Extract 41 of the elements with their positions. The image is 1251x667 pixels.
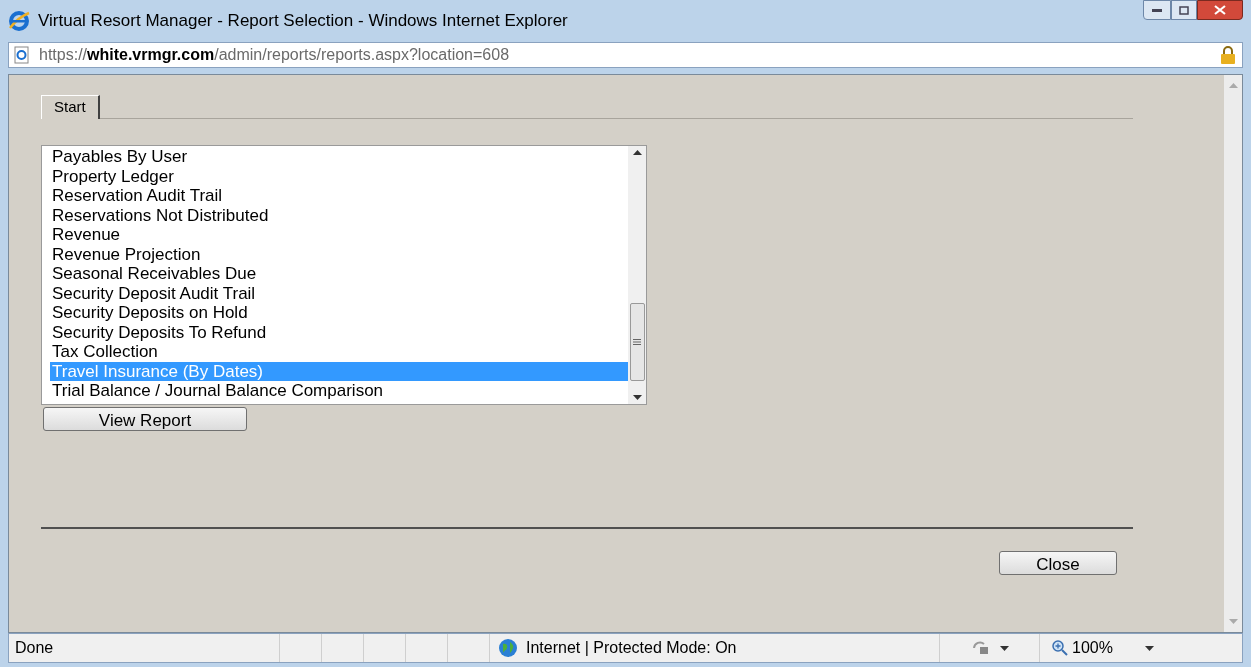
report-option[interactable]: Security Deposits To Refund bbox=[50, 322, 628, 342]
zoom-icon bbox=[1052, 640, 1068, 656]
grip-icon bbox=[633, 339, 641, 345]
minimize-button[interactable] bbox=[1143, 0, 1171, 20]
page-scrollbar[interactable] bbox=[1224, 75, 1242, 632]
globe-icon bbox=[498, 638, 518, 658]
caret-icon bbox=[1144, 645, 1154, 651]
caret-icon bbox=[1000, 645, 1009, 651]
browser-logo-icon bbox=[8, 10, 30, 32]
scroll-up-icon bbox=[1228, 83, 1238, 88]
close-icon bbox=[1214, 5, 1226, 15]
close-button[interactable]: Close bbox=[999, 551, 1117, 575]
scroll-down-icon bbox=[1228, 619, 1238, 624]
report-option[interactable]: Revenue Projection bbox=[50, 244, 628, 264]
report-option[interactable]: Property Ledger bbox=[50, 166, 628, 186]
status-text: Done bbox=[14, 638, 55, 658]
report-option[interactable]: Seasonal Receivables Due bbox=[50, 264, 628, 284]
scroll-up-icon bbox=[632, 150, 642, 155]
report-option[interactable]: Revenue bbox=[50, 225, 628, 245]
url-text: https://white.vrmgr.com/admin/reports/reports.aspx?location=608 bbox=[39, 45, 510, 65]
maximize-button[interactable] bbox=[1171, 0, 1197, 20]
zoom-level[interactable]: 100% bbox=[1072, 636, 1113, 660]
maximize-icon bbox=[1179, 5, 1189, 15]
tab[interactable]: Start bbox=[41, 95, 100, 119]
report-option[interactable]: Security Deposit Audit Trail bbox=[50, 283, 628, 303]
close-window-button[interactable] bbox=[1197, 0, 1243, 20]
window-title: Virtual Resort Manager - Report Selection - Windows Internet Explorer bbox=[38, 10, 568, 33]
report-option[interactable]: Payables By User bbox=[50, 147, 628, 167]
security-zone-text: Internet | Protected Mode: On bbox=[526, 638, 737, 658]
scrollbar-thumb[interactable] bbox=[629, 303, 645, 381]
report-option[interactable]: Security Deposits on Hold bbox=[50, 303, 628, 323]
report-option[interactable]: Reservation Audit Trail bbox=[50, 186, 628, 206]
view-report-button[interactable]: View Report bbox=[43, 407, 247, 431]
report-option[interactable]: Tax Collection bbox=[50, 342, 628, 362]
page-icon bbox=[13, 46, 31, 64]
scrollbar[interactable] bbox=[628, 146, 646, 404]
report-option[interactable]: Reservations Not Distributed bbox=[50, 205, 628, 225]
scroll-down-icon bbox=[632, 395, 642, 400]
address-bar[interactable]: https://white.vrmgr.com/admin/reports/reports.aspx?location=608 bbox=[8, 42, 1243, 68]
report-option[interactable]: Trial Balance / Journal Balance Comparison bbox=[50, 381, 628, 401]
minimize-icon bbox=[1152, 8, 1162, 12]
